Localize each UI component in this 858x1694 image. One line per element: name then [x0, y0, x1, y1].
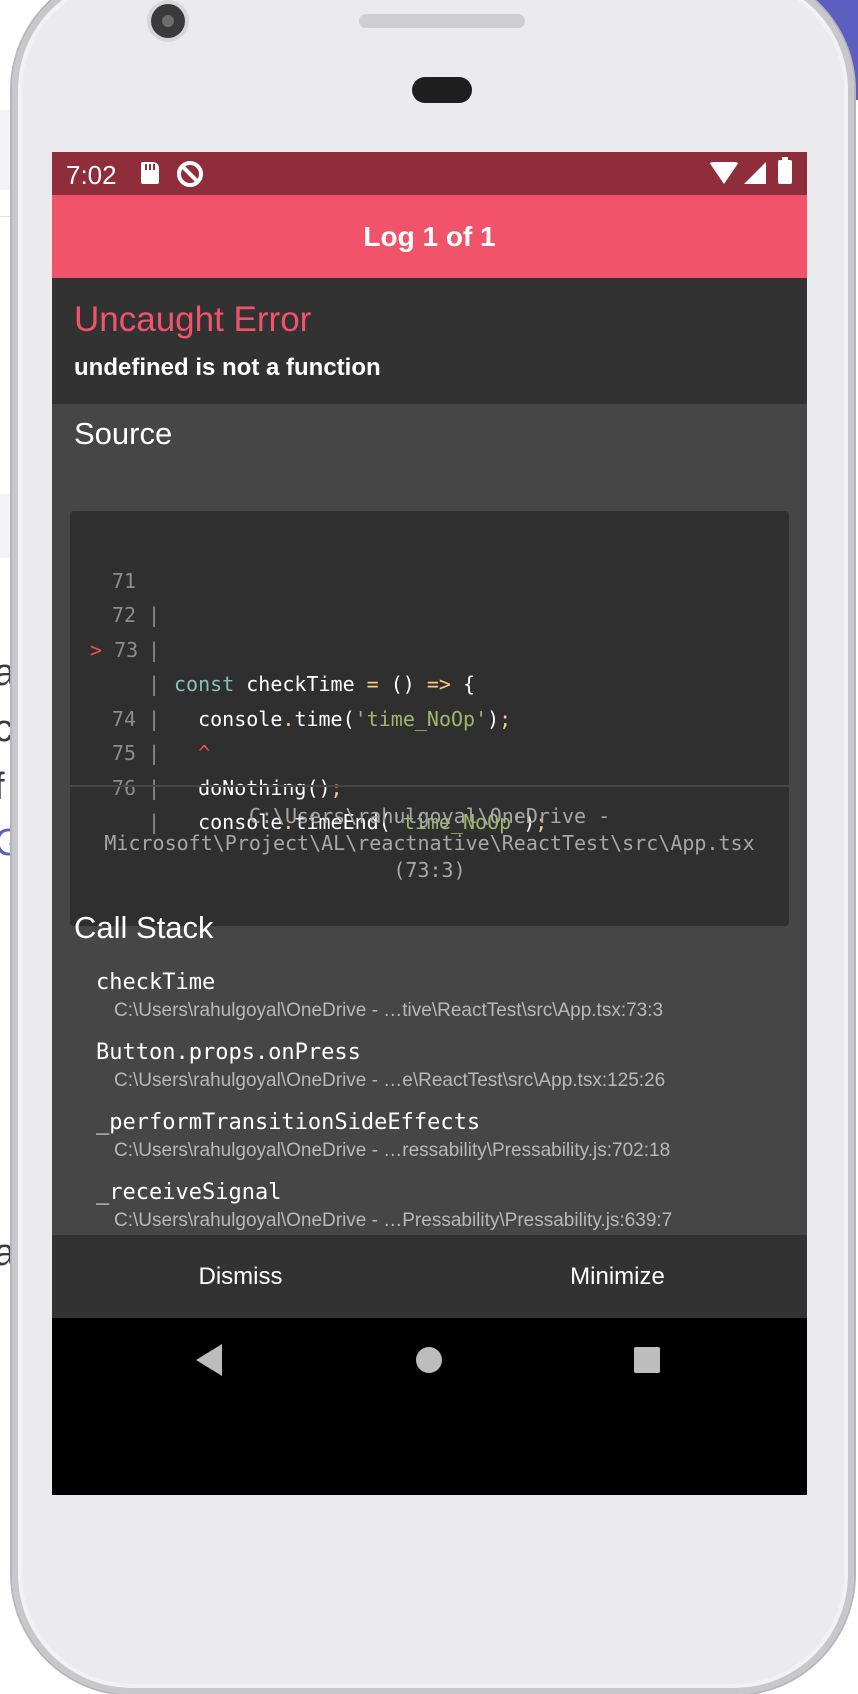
- file-path-position: (73:3): [393, 858, 466, 882]
- phone-screen: 7:02 Log 1 of 1 Uncaught Error undefined…: [52, 152, 807, 1495]
- code-line: 72 | const checkTime = () => {: [70, 564, 789, 696]
- code-line: 75 | console.timeEnd('time_NoOp');: [70, 702, 789, 834]
- code-listing: 71 | 72 | const checkTime = () => { > 73…: [70, 529, 789, 835]
- line-number: 76: [111, 775, 136, 800]
- back-icon[interactable]: [196, 1344, 222, 1376]
- dismiss-button[interactable]: Dismiss: [52, 1235, 429, 1318]
- frame-function: _receiveSignal: [96, 1180, 282, 1205]
- code-text: doNothing();: [198, 775, 343, 800]
- minimize-button[interactable]: Minimize: [429, 1235, 806, 1318]
- call-stack-frame[interactable]: checkTime C:\Users\rahulgoyal\OneDrive -…: [96, 968, 786, 1024]
- frame-function: _performTransitionSideEffects: [96, 1110, 481, 1135]
- call-stack-frame[interactable]: Button.props.onPress C:\Users\rahulgoyal…: [96, 1038, 786, 1094]
- battery-icon: [778, 157, 792, 184]
- navigation-bar: [52, 1318, 807, 1495]
- code-divider: [70, 785, 789, 787]
- code-line-highlighted: > 73 | console.time('time_NoOp');: [70, 598, 789, 731]
- code-line: 76 |: [70, 736, 789, 835]
- file-path-line: C:\Users\rahulgoyal\OneDrive -: [248, 804, 611, 828]
- cell-signal-icon: [744, 162, 766, 184]
- code-line: 74 | doNothing();: [70, 667, 789, 800]
- home-icon[interactable]: [416, 1347, 442, 1373]
- call-stack-title: Call Stack: [74, 910, 214, 945]
- source-file-path[interactable]: C:\Users\rahulgoyal\OneDrive - Microsoft…: [70, 803, 789, 884]
- earpiece-speaker: [359, 14, 525, 28]
- frame-location: C:\Users\rahulgoyal\OneDrive - …Pressabi…: [114, 1210, 673, 1231]
- proximity-sensor: [412, 77, 472, 103]
- sd-card-icon: [141, 162, 159, 184]
- error-title: Uncaught Error: [74, 300, 312, 339]
- status-bar: 7:02: [52, 152, 807, 195]
- front-camera: [151, 4, 185, 38]
- log-counter-title: Log 1 of 1: [363, 221, 496, 252]
- logbox-header: Log 1 of 1: [52, 195, 807, 278]
- do-not-disturb-icon: [177, 161, 203, 187]
- frame-location: C:\Users\rahulgoyal\OneDrive - …e\ReactT…: [114, 1070, 666, 1091]
- call-stack-frame[interactable]: _performTransitionSideEffects C:\Users\r…: [96, 1108, 786, 1164]
- source-code-frame[interactable]: 71 | 72 | const checkTime = () => { > 73…: [70, 511, 789, 926]
- status-time: 7:02: [66, 160, 117, 190]
- background-text: f: [0, 766, 5, 809]
- call-stack-frame[interactable]: _receiveSignal C:\Users\rahulgoyal\OneDr…: [96, 1178, 786, 1234]
- wifi-icon: [709, 162, 739, 184]
- code-line: | ^: [70, 633, 789, 766]
- frame-function: checkTime: [96, 970, 216, 995]
- frame-location: C:\Users\rahulgoyal\OneDrive - …ressabil…: [114, 1140, 671, 1161]
- recents-icon[interactable]: [634, 1347, 660, 1373]
- frame-function: Button.props.onPress: [96, 1040, 361, 1065]
- file-path-line: Microsoft\Project\AL\reactnative\ReactTe…: [104, 831, 755, 855]
- error-message[interactable]: undefined is not a function: [74, 354, 381, 382]
- navigation-buttons: [52, 1318, 807, 1400]
- source-section-title: Source: [74, 416, 173, 451]
- code-line: 71 |: [70, 529, 789, 628]
- frame-location: C:\Users\rahulgoyal\OneDrive - …tive\Rea…: [114, 1000, 664, 1021]
- logbox-footer: Dismiss Minimize: [52, 1235, 807, 1318]
- error-summary: Uncaught Error undefined is not a functi…: [52, 278, 807, 404]
